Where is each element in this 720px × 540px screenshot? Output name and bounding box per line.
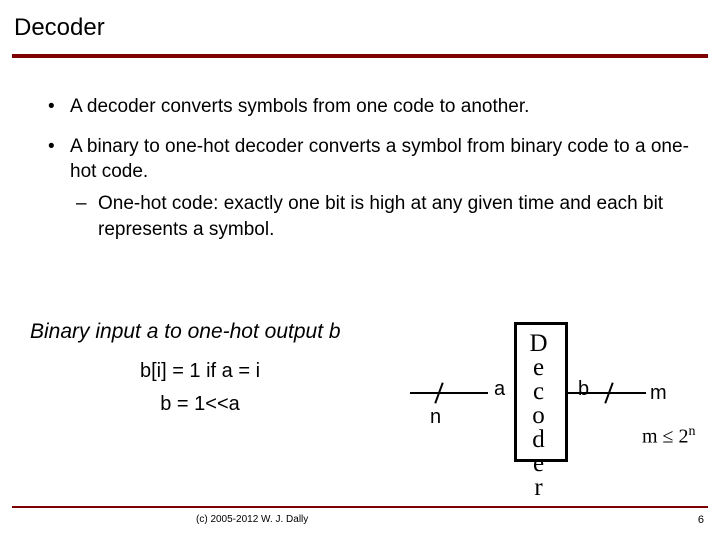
page-number: 6 [698,514,704,526]
bullet-2-sub-1: One-hot code: exactly one bit is high at… [70,191,692,242]
formula-shift: b = 1<<a [30,393,370,416]
constraint-exp: n [689,424,696,439]
constraint-base: 2 [679,426,689,448]
body-content: A decoder converts symbols from one code… [0,58,720,242]
bullet-2-text: A binary to one-hot decoder converts a s… [70,136,689,183]
bullet-2: A binary to one-hot decoder converts a s… [48,134,692,243]
copyright: (c) 2005-2012 W. J. Dally [196,514,308,526]
bullet-1: A decoder converts symbols from one code… [48,94,692,120]
label-n: n [430,406,441,429]
slide-title: Decoder [0,0,720,54]
wire-input [410,392,488,394]
decoder-box-label: Decoder [526,330,551,498]
label-m: m [650,382,667,405]
label-a: a [494,378,505,401]
footer-rule [12,506,708,508]
bullet-1-text: A decoder converts symbols from one code… [70,96,529,117]
decoder-diagram: n a Decoder b m m ≤ 2n [410,320,720,470]
formulas: b[i] = 1 if a = i b = 1<<a [30,360,370,416]
formula-index: b[i] = 1 if a = i [30,360,370,383]
constraint-lhs: m ≤ [642,426,679,448]
constraint: m ≤ 2n [642,424,696,449]
label-b: b [578,378,589,401]
